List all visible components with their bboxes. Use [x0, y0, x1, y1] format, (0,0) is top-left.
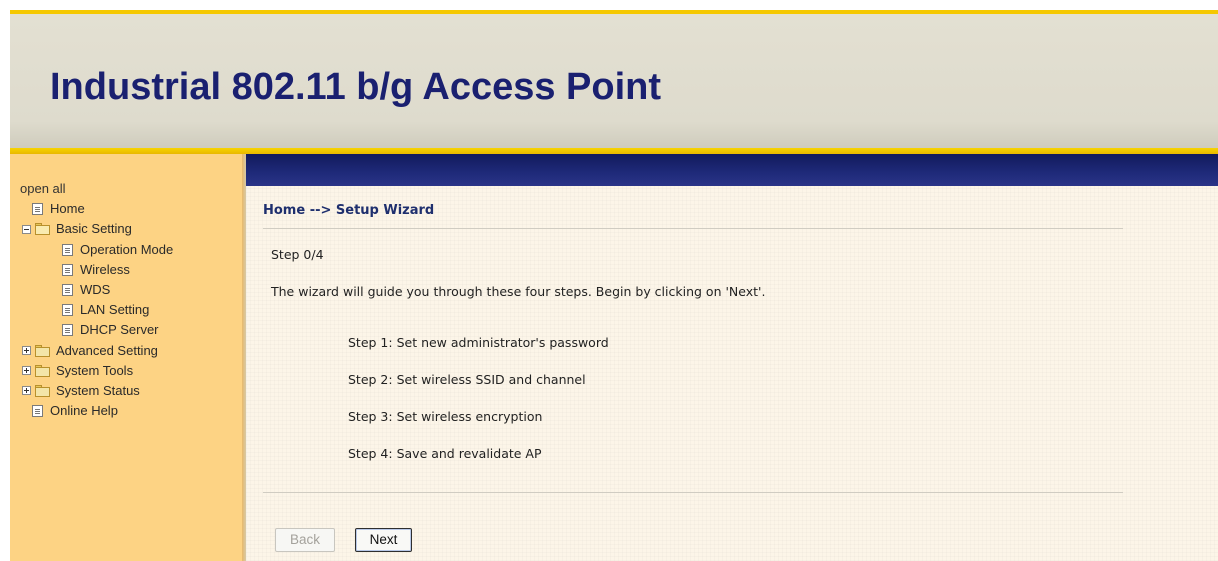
back-button[interactable]: Back: [275, 528, 335, 552]
wizard-step-item: Step 1: Set new administrator's password: [348, 335, 609, 350]
page-icon: [62, 324, 73, 337]
sidebar-item-label: LAN Setting: [80, 302, 150, 318]
page-header: Industrial 802.11 b/g Access Point: [10, 14, 1218, 148]
sidebar-item-dhcp-server[interactable]: DHCP Server: [20, 320, 173, 340]
sidebar-item-label: System Status: [56, 382, 140, 398]
open-all-link[interactable]: open all: [20, 179, 66, 199]
page-icon: [62, 243, 73, 256]
sidebar-item-advanced-setting[interactable]: Advanced Setting: [20, 341, 173, 361]
folder-icon: [35, 344, 51, 357]
page-icon: [32, 405, 43, 418]
divider: [263, 492, 1123, 493]
wizard-intro-text: The wizard will guide you through these …: [271, 284, 766, 299]
sidebar-item-system-status[interactable]: System Status: [20, 381, 173, 401]
sidebar-item-lan-setting[interactable]: LAN Setting: [20, 300, 173, 320]
folder-icon: [35, 364, 51, 377]
sidebar-item-wireless[interactable]: Wireless: [20, 260, 173, 280]
wizard-step-item: Step 4: Save and revalidate AP: [348, 446, 542, 461]
sidebar-item-online-help[interactable]: Online Help: [20, 401, 173, 421]
sidebar-item-label: DHCP Server: [80, 322, 159, 338]
sidebar-item-label: System Tools: [56, 362, 134, 378]
page-icon: [62, 284, 73, 297]
page-title: Industrial 802.11 b/g Access Point: [50, 66, 662, 108]
sidebar-item-label: Advanced Setting: [56, 342, 158, 358]
sidebar-item-label: WDS: [80, 282, 111, 298]
sidebar-item-basic-setting[interactable]: Basic Setting: [20, 219, 173, 239]
sidebar-item-home[interactable]: Home: [20, 199, 173, 219]
sidebar-item-operation-mode[interactable]: Operation Mode: [20, 240, 173, 260]
sidebar-item-label: Operation Mode: [80, 241, 174, 257]
folder-icon: [35, 384, 51, 397]
wizard-step-item: Step 2: Set wireless SSID and channel: [348, 372, 586, 387]
wizard-step-item: Step 3: Set wireless encryption: [348, 409, 543, 424]
sidebar-item-wds[interactable]: WDS: [20, 280, 173, 300]
sidebar-item-label: Wireless: [80, 261, 130, 277]
sidebar-item-label: Home: [50, 201, 85, 217]
page-icon: [32, 203, 43, 216]
content-top-band: [246, 154, 1218, 186]
sidebar-item-label: Online Help: [50, 403, 118, 419]
expand-icon[interactable]: [22, 366, 31, 376]
breadcrumb: Home --> Setup Wizard: [263, 203, 435, 218]
collapse-icon[interactable]: [22, 224, 31, 234]
page-icon: [62, 263, 73, 276]
expand-icon[interactable]: [22, 386, 31, 396]
sidebar-item-label: Basic Setting: [56, 221, 132, 237]
open-folder-icon: [35, 223, 51, 236]
sidebar-item-system-tools[interactable]: System Tools: [20, 361, 173, 381]
page-icon: [62, 304, 73, 317]
expand-icon[interactable]: [22, 346, 31, 356]
open-all-row: open all: [20, 179, 173, 199]
divider: [263, 228, 1123, 229]
step-counter: Step 0/4: [271, 247, 324, 262]
next-button[interactable]: Next: [355, 528, 412, 552]
navigation-tree: open all Home Basic Setting Operation Mo…: [20, 179, 173, 421]
